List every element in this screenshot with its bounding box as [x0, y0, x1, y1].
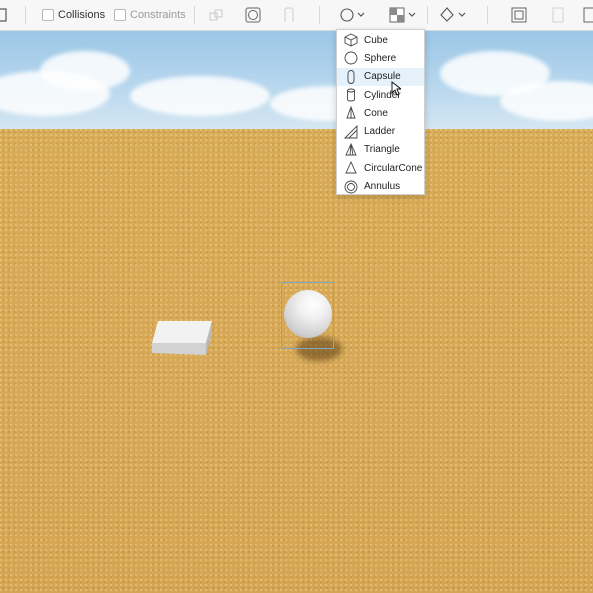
body-view-icon[interactable]: [245, 0, 261, 30]
shape-dropdown-menu: Cube Sphere Capsule Cylinder Cone Ladder…: [336, 29, 425, 195]
collisions-toggle[interactable]: Collisions: [42, 0, 105, 30]
cylinder-icon: [347, 88, 355, 102]
chevron-down-icon: [458, 12, 466, 17]
toolbar-divider: [25, 6, 26, 24]
mouse-cursor-icon: [391, 81, 401, 96]
menu-item-capsule[interactable]: Capsule: [337, 67, 424, 86]
shape-dropdown-button[interactable]: [340, 0, 365, 30]
material-dropdown-button[interactable]: [389, 0, 416, 30]
collisions-label: Collisions: [58, 9, 106, 21]
selection-bounding-box: [281, 282, 334, 349]
chevron-down-icon: [357, 12, 365, 17]
sky: [0, 31, 593, 131]
menu-item-label: Cone: [364, 107, 388, 119]
layout-icon[interactable]: [583, 0, 593, 30]
menu-item-cube[interactable]: Cube: [337, 31, 424, 49]
menu-item-label: CircularCone: [364, 162, 423, 174]
menu-item-label: Sphere: [364, 52, 397, 64]
frame-icon[interactable]: [511, 0, 527, 30]
menu-item-label: Triangle: [364, 144, 400, 156]
toolbar-divider: [319, 6, 320, 24]
constraints-label: Constraints: [130, 9, 186, 21]
menu-item-circularcone[interactable]: CircularCone: [337, 159, 424, 177]
constraints-toggle[interactable]: Constraints: [114, 0, 186, 30]
menu-item-cone[interactable]: Cone: [337, 104, 424, 122]
menu-item-cylinder[interactable]: Cylinder: [337, 86, 424, 104]
sphere-icon: [340, 8, 354, 22]
toolbar-divider: [427, 6, 428, 24]
menu-item-label: Ladder: [364, 126, 396, 138]
annulus-icon: [344, 180, 358, 193]
triangle-icon: [345, 142, 357, 156]
panel-edge-icon[interactable]: [0, 0, 8, 30]
toolbar: Collisions Constraints: [0, 0, 593, 31]
link-bodies-icon[interactable]: [208, 0, 224, 30]
menu-item-label: Annulus: [364, 181, 401, 193]
selected-sphere[interactable]: [281, 282, 336, 352]
circular-cone-icon: [345, 161, 357, 174]
sand-ground: [0, 129, 593, 593]
cone-icon: [346, 106, 356, 119]
toolbar-divider: [194, 6, 195, 24]
paint-bucket-icon: [440, 7, 454, 22]
menu-item-ladder[interactable]: Ladder: [337, 122, 424, 140]
constraint-icon[interactable]: [282, 0, 296, 30]
constraints-checkbox[interactable]: [114, 9, 126, 21]
menu-item-triangle[interactable]: Triangle: [337, 141, 424, 159]
menu-item-label: Cube: [364, 34, 388, 46]
paint-dropdown-button[interactable]: [439, 0, 466, 30]
menu-item-sphere[interactable]: Sphere: [337, 49, 424, 67]
capsule-icon: [347, 69, 355, 84]
toolbar-divider: [487, 6, 488, 24]
box-object[interactable]: [150, 317, 214, 359]
cube-icon: [344, 33, 358, 47]
collisions-checkbox[interactable]: [42, 9, 54, 21]
menu-item-annulus[interactable]: Annulus: [337, 177, 424, 195]
chevron-down-icon: [408, 12, 416, 17]
checker-material-icon: [389, 7, 405, 23]
sphere-icon: [344, 51, 358, 65]
ladder-icon: [344, 124, 358, 139]
split-view-icon[interactable]: [552, 0, 564, 30]
